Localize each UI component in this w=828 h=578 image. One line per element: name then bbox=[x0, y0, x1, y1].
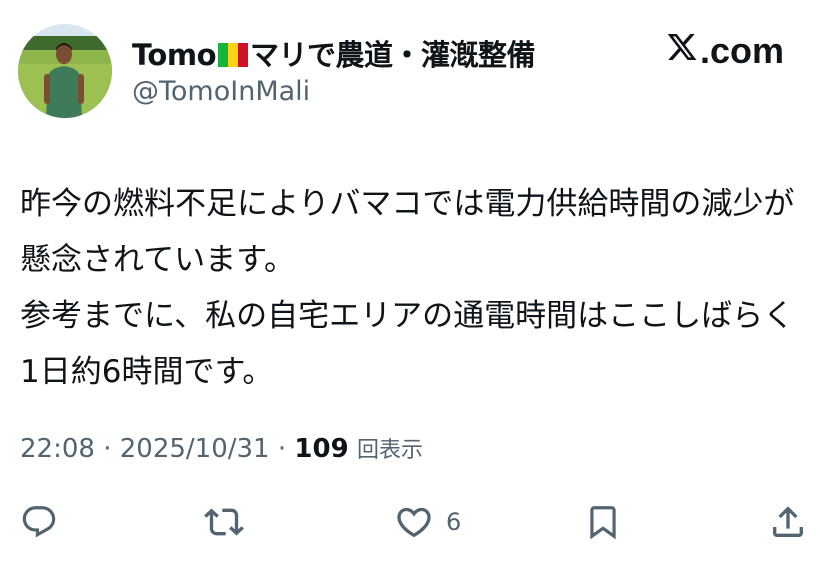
action-bar: 6 bbox=[0, 498, 828, 546]
avatar[interactable] bbox=[18, 24, 112, 118]
retweet-button[interactable] bbox=[204, 498, 244, 546]
heart-icon bbox=[394, 502, 434, 542]
views-count: 109 bbox=[294, 434, 349, 464]
share-icon bbox=[768, 502, 808, 542]
meta-separator: · bbox=[277, 434, 287, 464]
tweet-meta: 22:08 · 2025/10/31 · 109 回表示 bbox=[20, 432, 423, 464]
reply-icon bbox=[20, 503, 58, 541]
tweet-time[interactable]: 22:08 bbox=[20, 434, 95, 464]
mali-flag-icon bbox=[218, 40, 248, 74]
brand-link[interactable]: .com bbox=[666, 30, 784, 72]
tweet-paragraph: 参考までに、私の自宅エリアの通電時間はここしばらく1日約6時間です。 bbox=[20, 298, 795, 390]
author-name[interactable]: Tomo マリで農道・灌漑整備 bbox=[132, 32, 536, 74]
tweet-text: 昨今の燃料不足によりバマコでは電力供給時間の減少が懸念されています。 参考までに… bbox=[20, 176, 810, 400]
tweet-paragraph: 昨今の燃料不足によりバマコでは電力供給時間の減少が懸念されています。 bbox=[20, 186, 795, 278]
author-name-prefix: Tomo bbox=[132, 38, 217, 72]
x-logo-icon bbox=[666, 30, 698, 72]
brand-label: .com bbox=[699, 30, 784, 71]
bookmark-button[interactable] bbox=[584, 498, 622, 546]
share-button[interactable] bbox=[768, 498, 808, 546]
like-button[interactable]: 6 bbox=[394, 498, 461, 546]
retweet-icon bbox=[204, 502, 244, 542]
bookmark-icon bbox=[584, 502, 622, 542]
tweet-date[interactable]: 2025/10/31 bbox=[120, 434, 270, 464]
like-count: 6 bbox=[446, 508, 462, 536]
reply-button[interactable] bbox=[20, 498, 58, 546]
views-label: 回表示 bbox=[356, 438, 423, 463]
author-name-suffix: マリで農道・灌漑整備 bbox=[250, 38, 536, 72]
meta-separator: · bbox=[103, 434, 112, 464]
author-handle[interactable]: @TomoInMali bbox=[132, 76, 310, 107]
avatar-photo bbox=[18, 24, 112, 118]
